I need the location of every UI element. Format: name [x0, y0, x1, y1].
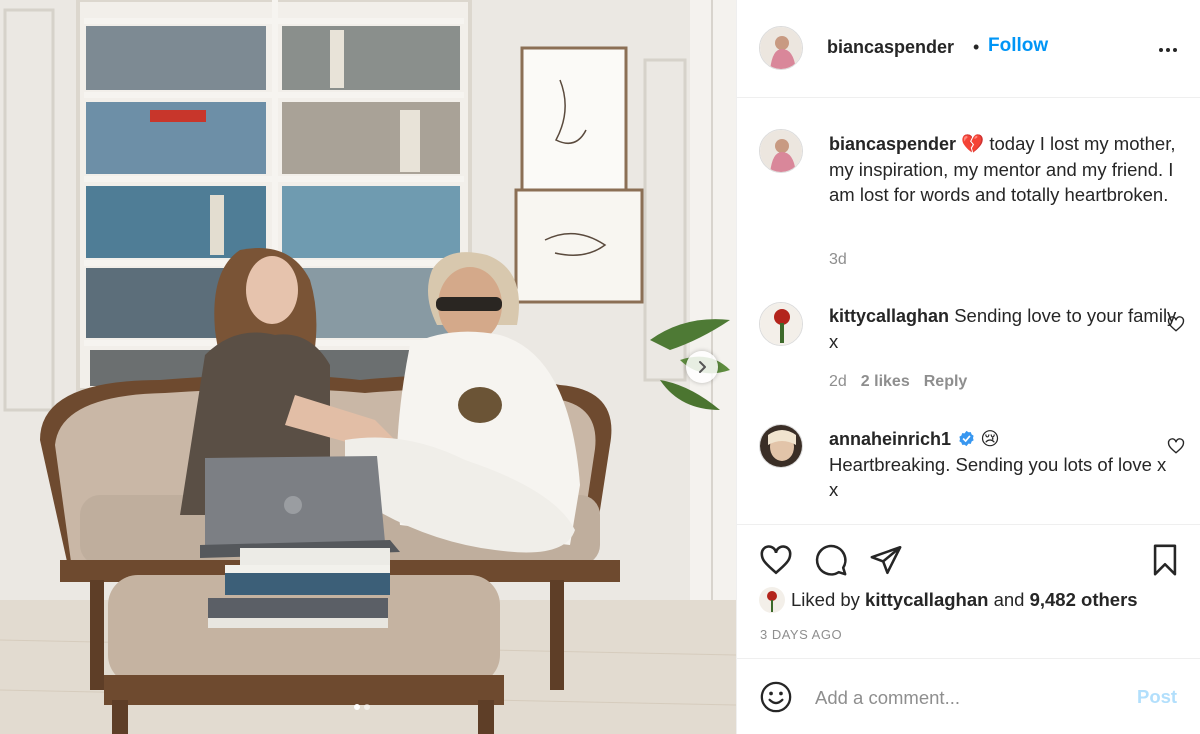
- liked-by-prefix: Liked by: [791, 589, 860, 610]
- caption-username[interactable]: biancaspender: [829, 134, 956, 154]
- liked-by: Liked by kittycallaghan and 9,482 others: [759, 587, 1138, 613]
- caption-meta: 3d: [829, 251, 847, 269]
- broken-heart-emoji: 💔: [961, 133, 985, 154]
- liked-by-user[interactable]: kittycallaghan: [865, 589, 988, 611]
- commenter-avatar[interactable]: [759, 302, 803, 346]
- post-side-panel: biancaspender • Follow biancaspender 💔 t…: [736, 0, 1200, 734]
- post-comment-button[interactable]: Post: [1137, 686, 1177, 708]
- save-bookmark-icon[interactable]: [1148, 543, 1182, 577]
- chevron-right-icon: [699, 361, 706, 373]
- comment-likes-count[interactable]: 2 likes: [861, 373, 910, 390]
- comment-meta: 2d 2 likes Reply: [829, 373, 967, 391]
- comment-age[interactable]: 2d: [829, 373, 847, 390]
- crying-emoji: 😢: [980, 428, 1000, 449]
- liker-avatar[interactable]: [759, 587, 785, 613]
- photo-scene: [0, 0, 736, 734]
- comment-text: Heartbreaking. Sending you lots of love …: [829, 454, 1167, 500]
- post-photo[interactable]: [0, 0, 736, 734]
- next-photo-button[interactable]: [686, 351, 718, 383]
- carousel-indicator: [354, 704, 370, 710]
- carousel-dot-active: [354, 704, 360, 710]
- comment-reply-button[interactable]: Reply: [924, 373, 968, 390]
- like-heart-icon[interactable]: [759, 543, 793, 577]
- add-comment-bar: Post: [737, 658, 1200, 734]
- comment-username[interactable]: kittycallaghan: [829, 306, 949, 326]
- comment-item: annaheinrich1 😢 Heartbreaking. Sending y…: [829, 426, 1179, 502]
- author-avatar[interactable]: [759, 26, 803, 70]
- caption: biancaspender 💔 today I lost my mother, …: [829, 131, 1179, 207]
- post-header: biancaspender • Follow: [737, 0, 1200, 98]
- share-paper-plane-icon[interactable]: [869, 543, 903, 577]
- caption-avatar[interactable]: [759, 129, 803, 173]
- liked-by-and: and: [993, 589, 1025, 610]
- commenter-avatar[interactable]: [759, 424, 803, 468]
- comment-like-heart-icon[interactable]: [1167, 437, 1185, 455]
- emoji-smiley-icon[interactable]: [759, 680, 793, 714]
- caption-age[interactable]: 3d: [829, 251, 847, 268]
- header-separator: •: [973, 37, 980, 57]
- more-options-icon[interactable]: [1155, 40, 1181, 60]
- add-comment-input[interactable]: [815, 683, 1115, 713]
- comment-username[interactable]: annaheinrich1: [829, 429, 951, 449]
- post-actions: Liked by kittycallaghan and 9,482 others…: [737, 524, 1200, 658]
- comment-like-heart-icon[interactable]: [1167, 315, 1185, 333]
- verified-badge-icon: [959, 430, 974, 447]
- comment-bubble-icon[interactable]: [814, 543, 848, 577]
- follow-button[interactable]: Follow: [988, 35, 1048, 57]
- post-timestamp[interactable]: 3 DAYS AGO: [760, 627, 842, 642]
- author-username[interactable]: biancaspender: [827, 37, 954, 58]
- carousel-dot: [364, 704, 370, 710]
- likes-count-link[interactable]: 9,482 others: [1030, 589, 1138, 611]
- comment-item: kittycallaghan Sending love to your fami…: [829, 303, 1179, 354]
